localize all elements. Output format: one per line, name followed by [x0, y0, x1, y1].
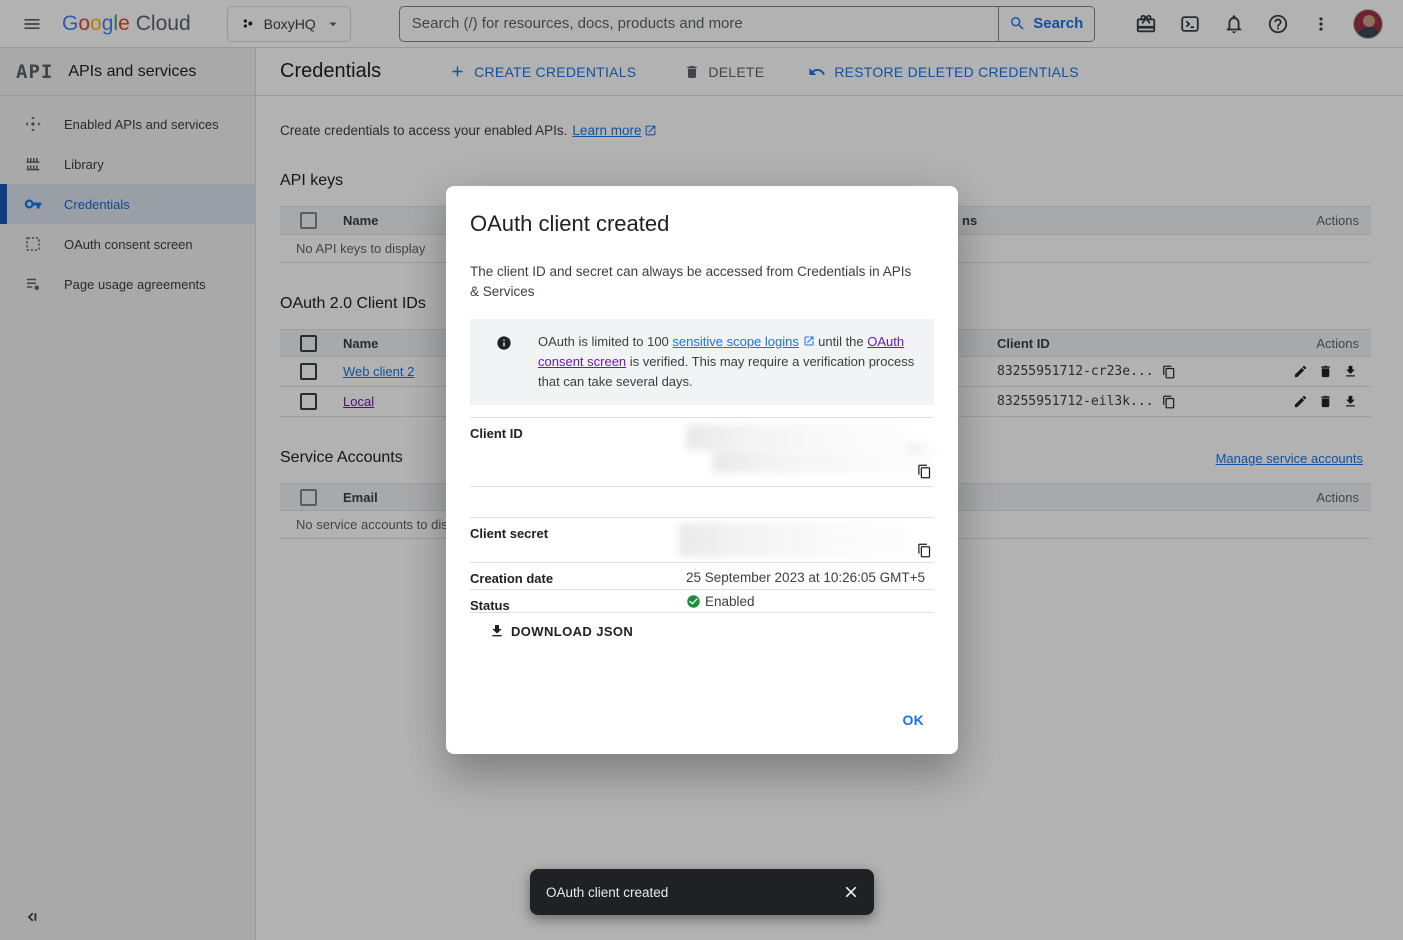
oauth-client-created-dialog: OAuth client created The client ID and s…: [446, 186, 958, 754]
client-id-row: Client ID: [470, 417, 934, 486]
status-label: Status: [470, 590, 686, 612]
notice-fragment: OAuth is limited to 100: [538, 334, 672, 349]
client-secret-label: Client secret: [470, 518, 686, 562]
toast-snackbar: OAuth client created: [530, 869, 874, 915]
client-secret-value-redacted: [686, 518, 934, 562]
status-badge: Enabled: [686, 590, 934, 609]
oauth-limit-notice: OAuth is limited to 100 sensitive scope …: [470, 319, 934, 405]
redacted-blur: [679, 523, 907, 557]
client-id-label: Client ID: [470, 418, 686, 486]
toast-message: OAuth client created: [546, 885, 668, 900]
copy-client-id-icon[interactable]: [917, 464, 932, 479]
status-row: Status Enabled: [470, 589, 934, 613]
check-circle-icon: [686, 594, 701, 609]
download-icon: [489, 623, 505, 639]
sensitive-scope-logins-link[interactable]: sensitive scope logins: [672, 334, 798, 349]
download-json-button[interactable]: DOWNLOAD JSON: [483, 622, 639, 640]
ok-button[interactable]: OK: [895, 706, 933, 734]
dialog-fields: Client ID Client secret Creation date: [470, 417, 934, 613]
spacer-row: [470, 486, 934, 517]
creation-date-label: Creation date: [470, 563, 686, 589]
client-secret-row: Client secret: [470, 517, 934, 562]
redacted-blur: [712, 449, 936, 473]
copy-client-secret-icon[interactable]: [917, 543, 932, 558]
download-json-label: DOWNLOAD JSON: [511, 624, 633, 639]
external-link-icon: [803, 335, 815, 347]
client-id-value-redacted: [686, 418, 934, 486]
info-icon: [496, 335, 512, 392]
redacted-blur: [686, 424, 908, 450]
creation-date-row: Creation date 25 September 2023 at 10:26…: [470, 562, 934, 589]
creation-date-value: 25 September 2023 at 10:26:05 GMT+5: [686, 563, 934, 585]
close-icon[interactable]: [842, 883, 860, 901]
redacted-blur: [908, 442, 936, 454]
dialog-subtitle: The client ID and secret can always be a…: [470, 262, 922, 302]
status-value: Enabled: [705, 594, 755, 609]
dialog-title: OAuth client created: [470, 210, 934, 238]
notice-fragment: until the: [815, 334, 868, 349]
notice-text: OAuth is limited to 100 sensitive scope …: [538, 332, 920, 392]
